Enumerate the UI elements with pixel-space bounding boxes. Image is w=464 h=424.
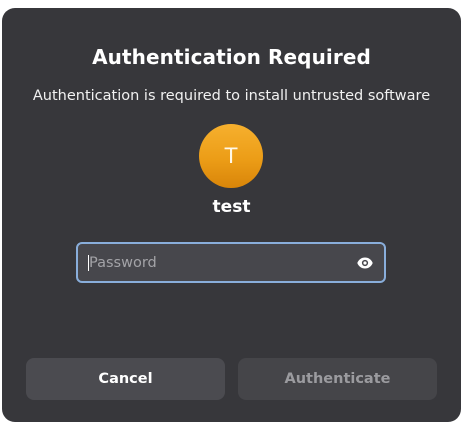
dialog-title: Authentication Required	[92, 45, 371, 69]
user-name: test	[212, 197, 251, 217]
text-caret	[88, 255, 89, 271]
auth-dialog: Authentication Required Authentication i…	[2, 8, 461, 422]
authenticate-button[interactable]: Authenticate	[238, 358, 437, 400]
password-entry[interactable]	[76, 242, 386, 283]
eye-icon	[357, 257, 373, 269]
dialog-message: Authentication is required to install un…	[32, 88, 431, 104]
show-password-button[interactable]	[354, 252, 376, 274]
password-input[interactable]	[78, 244, 348, 281]
avatar: T	[199, 124, 263, 188]
avatar-initial: T	[224, 144, 238, 168]
cancel-button[interactable]: Cancel	[26, 358, 225, 400]
